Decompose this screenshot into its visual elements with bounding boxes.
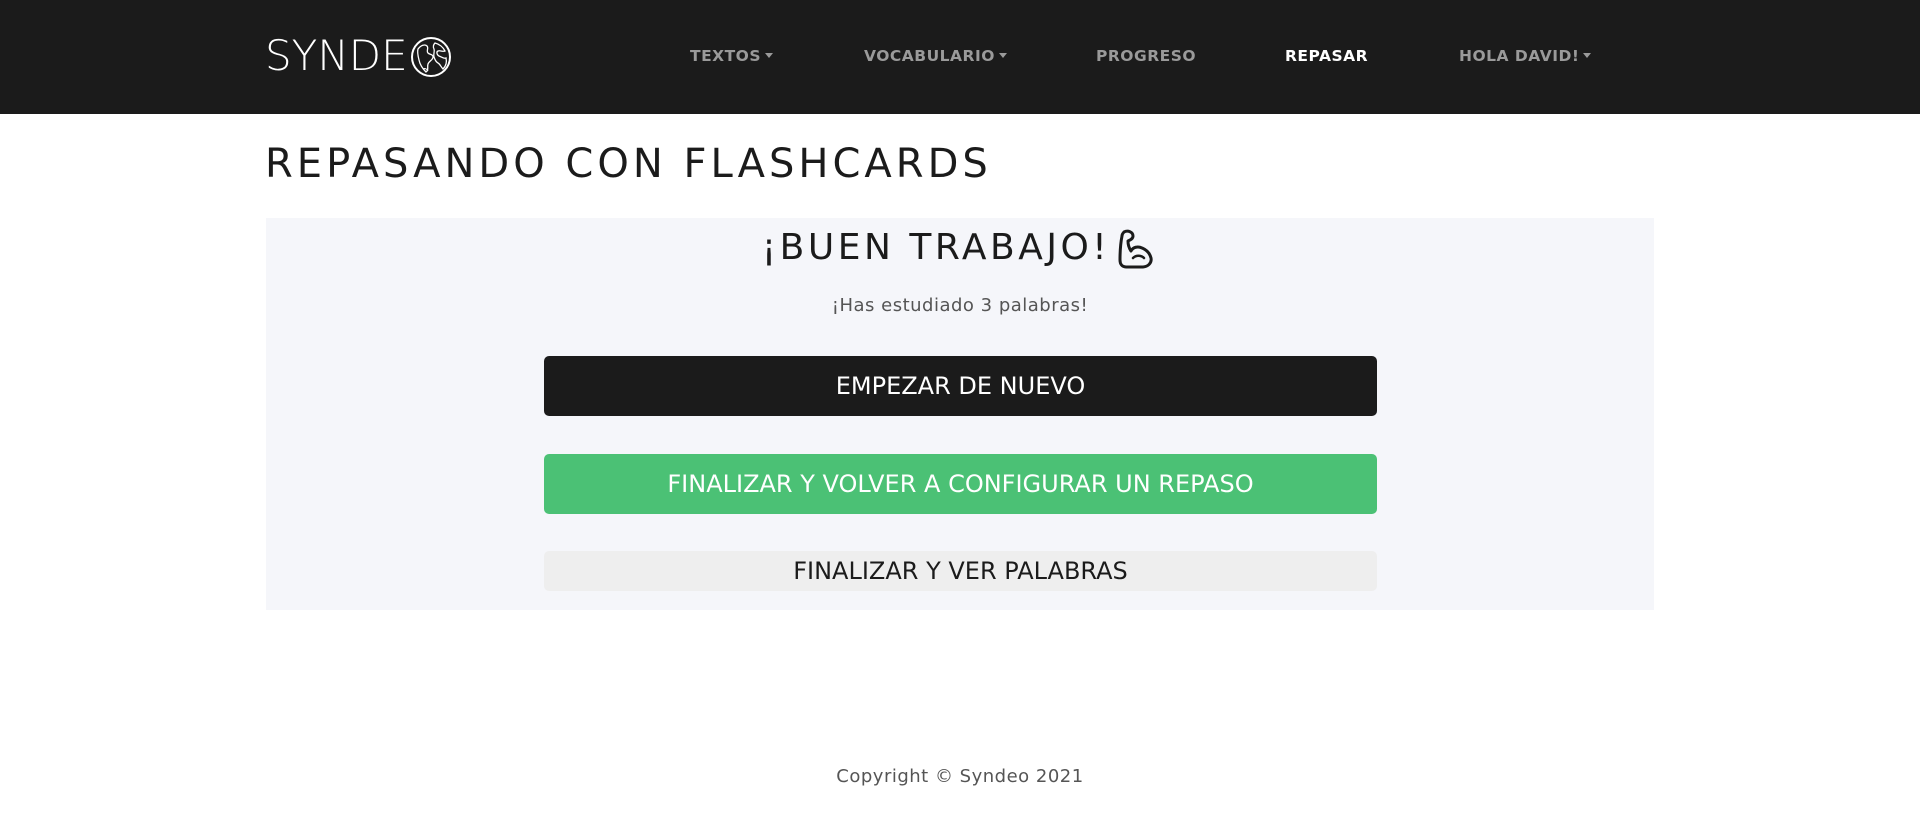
result-heading: ¡BUEN TRABAJO! bbox=[0, 226, 1920, 270]
nav-user-menu-label: HOLA DAVID! bbox=[1459, 47, 1580, 65]
finish-configure-button[interactable]: FINALIZAR Y VOLVER A CONFIGURAR UN REPAS… bbox=[544, 454, 1377, 514]
navbar: SYNDE TEXTOS VOCABULARIO PROGRESO REPASA… bbox=[0, 0, 1920, 114]
page-title: REPASANDO CON FLASHCARDS bbox=[265, 141, 992, 187]
restart-button[interactable]: EMPEZAR DE NUEVO bbox=[544, 356, 1377, 416]
nav-progreso[interactable]: PROGRESO bbox=[1096, 44, 1196, 68]
nav-repasar[interactable]: REPASAR bbox=[1285, 44, 1368, 68]
nav-vocabulario[interactable]: VOCABULARIO bbox=[864, 44, 1007, 68]
finish-view-words-button[interactable]: FINALIZAR Y VER PALABRAS bbox=[544, 551, 1377, 591]
logo[interactable]: SYNDE bbox=[265, 31, 453, 81]
caret-down-icon bbox=[998, 53, 1007, 58]
caret-down-icon bbox=[765, 53, 774, 58]
nav-progreso-label: PROGRESO bbox=[1096, 47, 1197, 65]
globe-icon bbox=[410, 37, 451, 77]
nav-user-menu[interactable]: HOLA DAVID! bbox=[1459, 44, 1592, 68]
nav-repasar-label: REPASAR bbox=[1285, 47, 1369, 65]
caret-down-icon bbox=[1583, 53, 1592, 58]
nav-vocabulario-label: VOCABULARIO bbox=[864, 47, 995, 65]
nav-textos[interactable]: TEXTOS bbox=[690, 44, 774, 68]
logo-text: SYNDE bbox=[265, 31, 408, 80]
result-heading-text: ¡BUEN TRABAJO! bbox=[761, 227, 1111, 268]
result-message: ¡Has estudiado 3 palabras! bbox=[831, 295, 1089, 316]
nav-textos-label: TEXTOS bbox=[690, 47, 762, 65]
flexed-biceps-icon bbox=[1118, 229, 1153, 269]
footer-copyright: Copyright © Syndeo 2021 bbox=[836, 766, 1084, 787]
